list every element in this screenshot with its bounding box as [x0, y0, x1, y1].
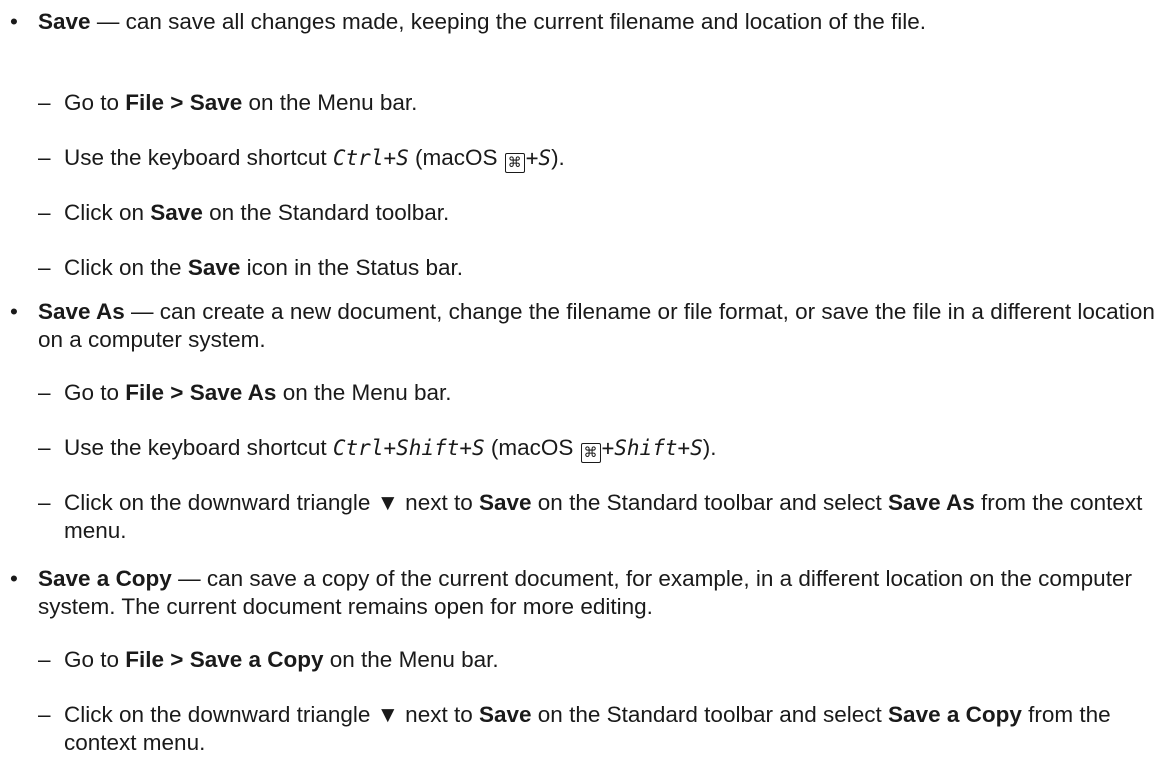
dash-marker: –: [38, 435, 51, 460]
dash-marker: –: [38, 490, 51, 515]
item-text: Save a Copy — can save a copy of the cur…: [38, 565, 1168, 621]
keyboard-shortcut: Ctrl+S: [332, 146, 409, 170]
mac-shortcut: +S: [525, 146, 552, 170]
dash-marker: –: [38, 255, 51, 280]
dash-marker: –: [38, 90, 51, 115]
item-text: Save As — can create a new document, cha…: [38, 298, 1168, 354]
menu-path: File > Save As: [125, 380, 277, 405]
sub-item: – Click on the downward triangle ▼ next …: [38, 702, 1111, 755]
sub-item: – Go to File > Save As on the Menu bar.: [38, 380, 452, 405]
sub-item: – Use the keyboard shortcut Ctrl+Shift+S…: [38, 435, 717, 463]
bullet-marker: •: [10, 9, 18, 34]
bullet-item-save-a-copy: • Save a Copy — can save a copy of the c…: [8, 565, 1168, 621]
item-title: Save: [38, 9, 91, 34]
item-title: Save As: [38, 299, 125, 324]
command-key-icon: ⌘: [580, 443, 601, 463]
dash-marker: –: [38, 702, 51, 727]
sub-item: – Click on the downward triangle ▼ next …: [38, 490, 1143, 543]
sub-item: – Click on Save on the Standard toolbar.: [38, 200, 450, 225]
dash-marker: –: [38, 380, 51, 405]
item-description: — can save all changes made, keeping the…: [90, 9, 927, 34]
item-title: Save a Copy: [38, 566, 172, 591]
menu-path: File > Save a Copy: [125, 647, 324, 672]
menu-option-name: Save a Copy: [888, 702, 1022, 727]
bullet-marker: •: [10, 299, 18, 324]
menu-path: File > Save: [125, 90, 243, 115]
sub-item: – Go to File > Save on the Menu bar.: [38, 90, 418, 115]
dash-marker: –: [38, 145, 51, 170]
bullet-item-save: • Save — can save all changes made, keep…: [8, 8, 1168, 36]
bullet-marker: •: [10, 566, 18, 591]
dash-marker: –: [38, 647, 51, 672]
icon-name: Save: [187, 255, 241, 280]
menu-option-name: Save As: [888, 490, 975, 515]
toolbar-button-name: Save: [478, 702, 532, 727]
item-description: — can create a new document, change the …: [38, 299, 1155, 352]
sub-item: – Click on the Save icon in the Status b…: [38, 255, 464, 280]
sub-item: – Go to File > Save a Copy on the Menu b…: [38, 647, 499, 672]
toolbar-button-name: Save: [478, 490, 532, 515]
keyboard-shortcut: Ctrl+Shift+S: [332, 436, 485, 460]
dash-marker: –: [38, 200, 51, 225]
command-key-icon: ⌘: [504, 153, 525, 173]
mac-shortcut: +Shift+S: [601, 436, 703, 460]
bullet-item-save-as: • Save As — can create a new document, c…: [8, 298, 1168, 354]
item-text: Save — can save all changes made, keepin…: [38, 8, 1168, 36]
sub-item: – Use the keyboard shortcut Ctrl+S (macO…: [38, 145, 565, 173]
toolbar-button-name: Save: [150, 200, 203, 225]
item-description: — can save a copy of the current documen…: [38, 566, 1132, 619]
